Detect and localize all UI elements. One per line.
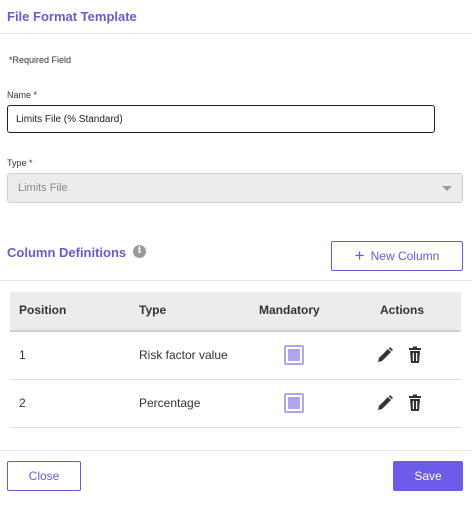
new-column-label: New Column: [370, 249, 440, 263]
header-position: Position: [19, 303, 67, 317]
header-type: Type: [139, 303, 167, 317]
info-icon[interactable]: i: [133, 245, 146, 258]
type-select-value: Limits File: [18, 182, 68, 194]
table-row: 2 Percentage: [10, 380, 461, 428]
delete-trash-icon[interactable]: [406, 346, 424, 364]
column-definitions-title: Column Definitions: [7, 245, 127, 260]
footer-divider: [0, 450, 472, 451]
cell-type: Risk factor value: [139, 348, 228, 362]
close-button[interactable]: Close: [7, 461, 81, 491]
type-label: Type *: [7, 158, 33, 168]
save-button[interactable]: Save: [393, 461, 463, 491]
dialog-title: File Format Template: [7, 9, 137, 24]
header-mandatory: Mandatory: [259, 303, 320, 317]
mandatory-checkbox[interactable]: [284, 393, 304, 413]
section-divider: [0, 280, 472, 281]
plus-icon: +: [354, 246, 365, 265]
edit-pencil-icon[interactable]: [376, 394, 394, 412]
header-actions: Actions: [380, 303, 425, 317]
cell-position: 2: [19, 396, 26, 410]
edit-pencil-icon[interactable]: [376, 346, 394, 364]
name-input[interactable]: [7, 105, 435, 133]
name-label: Name *: [7, 90, 38, 100]
table-header: Position Type Mandatory Actions: [10, 292, 461, 332]
mandatory-checkbox[interactable]: [284, 345, 304, 365]
column-definitions-table: Position Type Mandatory Actions 1 Risk f…: [10, 292, 461, 428]
dialog-header: File Format Template: [0, 0, 472, 34]
cell-type: Percentage: [139, 396, 201, 410]
delete-trash-icon[interactable]: [406, 394, 424, 412]
chevron-down-icon: [442, 186, 452, 191]
table-row: 1 Risk factor value: [10, 332, 461, 380]
required-field-note: *Required Field: [9, 55, 72, 65]
type-select[interactable]: Limits File: [7, 173, 463, 203]
cell-position: 1: [19, 348, 26, 362]
new-column-button[interactable]: + New Column: [331, 241, 463, 271]
